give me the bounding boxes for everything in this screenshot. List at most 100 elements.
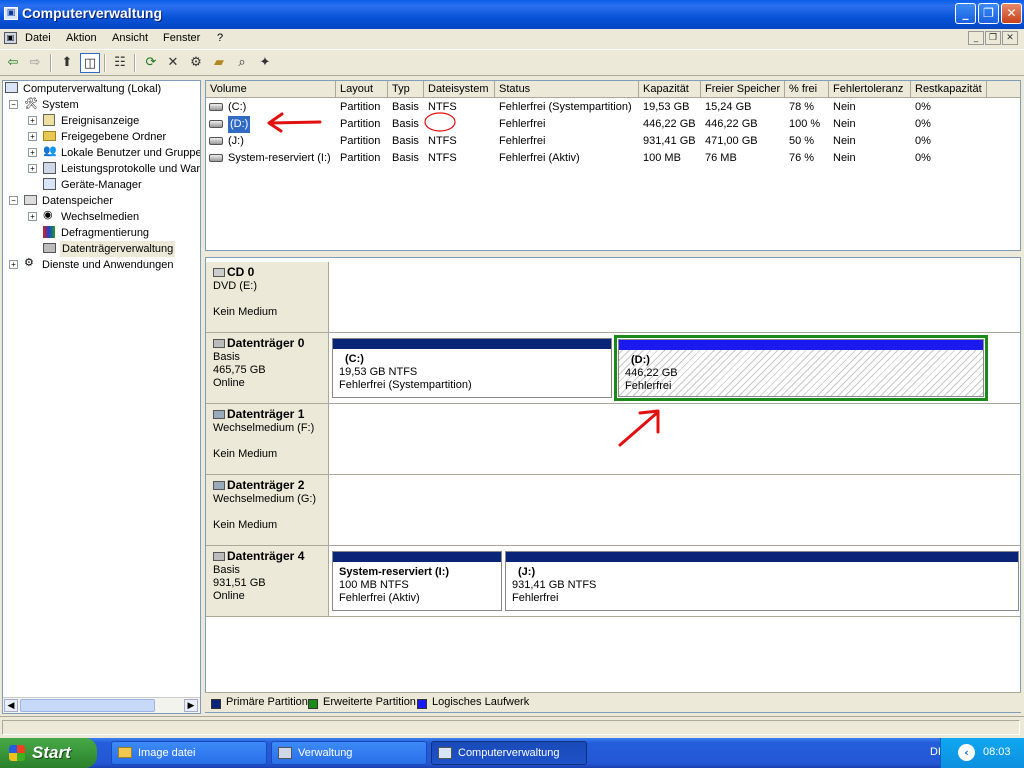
tree-horizontal-scrollbar[interactable]: ◀ ▶ [3, 697, 200, 713]
expand-icon[interactable]: + [28, 164, 37, 173]
status-bar [0, 716, 1024, 738]
column-header-prozent-frei[interactable]: % frei [785, 81, 829, 98]
legend-swatch-primary [211, 699, 221, 709]
taskbar: Start Image datei Verwaltung Computerver… [0, 738, 1024, 768]
scroll-thumb[interactable] [20, 699, 155, 712]
cell-fehlertoleranz: Nein [833, 135, 856, 147]
partition-d[interactable]: (D:) 446,22 GB Fehlerfrei [618, 339, 984, 397]
disk-label[interactable]: Datenträger 1 Wechselmedium (F:) Kein Me… [206, 404, 329, 474]
forward-icon[interactable]: ⇨ [25, 53, 45, 73]
cd-drive-icon [213, 268, 225, 277]
windows-logo-icon [9, 745, 25, 761]
child-restore-button[interactable]: ❐ [985, 31, 1001, 45]
services-icon: ⚙ [24, 257, 34, 269]
volume-row[interactable]: (J:) Partition Basis NTFS Fehlerfrei 931,41 G… [206, 133, 1020, 150]
expand-icon[interactable]: + [28, 148, 37, 157]
cell-volume: (D:) [228, 116, 251, 133]
disk-label[interactable]: Datenträger 0 Basis 465,75 GB Online [206, 333, 329, 403]
scroll-left-icon[interactable]: ◀ [4, 699, 18, 712]
cell-freier-speicher: 15,24 GB [705, 101, 752, 113]
clock[interactable]: 08:03 [983, 746, 1011, 758]
mmc-icon: ▣ [4, 32, 17, 44]
cell-typ: Basis [392, 101, 419, 113]
legend-label-primary: Primäre Partition [226, 696, 308, 708]
show-hidden-icons-button[interactable]: ‹ [958, 744, 975, 761]
removable-disk-icon [213, 410, 225, 419]
menu-ansicht[interactable]: Ansicht [112, 32, 148, 44]
minimize-button[interactable]: _ [955, 3, 976, 24]
volume-list[interactable]: Volume Layout Typ Dateisystem Status Kap… [205, 80, 1021, 251]
menu-aktion[interactable]: Aktion [66, 32, 97, 44]
disk-row-2[interactable]: Datenträger 2 Wechselmedium (G:) Kein Me… [206, 475, 1020, 546]
close-button[interactable]: ✕ [1001, 3, 1022, 24]
cell-status: Fehlerfrei [499, 118, 546, 130]
cell-restkapazitaet: 0% [915, 152, 931, 164]
volume-row[interactable]: System-reserviert (I:) Partition Basis NTFS… [206, 150, 1020, 167]
partition-j[interactable]: (J:) 931,41 GB NTFS Fehlerfrei [505, 551, 1019, 611]
show-tree-icon[interactable]: ◫ [80, 53, 100, 73]
menu-fenster[interactable]: Fenster [163, 32, 200, 44]
collapse-icon[interactable]: − [9, 196, 18, 205]
column-header-fehlertoleranz[interactable]: Fehlertoleranz [829, 81, 911, 98]
expand-icon[interactable]: + [9, 260, 18, 269]
legend-swatch-logical [417, 699, 427, 709]
up-folder-icon[interactable]: ⬆ [57, 53, 77, 73]
column-header-freier-speicher[interactable]: Freier Speicher [701, 81, 785, 98]
disk-row-cd0[interactable]: CD 0 DVD (E:) Kein Medium [206, 262, 1020, 333]
task-image-datei[interactable]: Image datei [111, 741, 267, 765]
column-header-dateisystem[interactable]: Dateisystem [424, 81, 495, 98]
toolbar-separator [104, 54, 106, 72]
disk-map[interactable]: CD 0 DVD (E:) Kein Medium Datenträger 0 … [205, 257, 1021, 713]
properties-icon[interactable]: ☷ [110, 53, 130, 73]
column-header-volume[interactable]: Volume [206, 81, 336, 98]
toolbar-separator [134, 54, 136, 72]
title-bar[interactable]: ▣ Computerverwaltung _ ❐ ✕ [0, 0, 1024, 29]
collapse-icon[interactable]: − [9, 100, 18, 109]
disk-label[interactable]: Datenträger 4 Basis 931,51 GB Online [206, 546, 329, 616]
menu-help[interactable]: ? [217, 32, 223, 44]
child-minimize-button[interactable]: _ [968, 31, 984, 45]
task-computerverwaltung[interactable]: Computerverwaltung [431, 741, 587, 765]
window-title: Computerverwaltung [22, 5, 163, 21]
start-button[interactable]: Start [0, 738, 97, 768]
column-header-layout[interactable]: Layout [336, 81, 388, 98]
cell-prozent-frei: 78 % [789, 101, 815, 113]
delete-icon[interactable]: ✕ [163, 53, 183, 73]
maximize-button[interactable]: ❐ [978, 3, 999, 24]
column-header-restkapazitaet[interactable]: Restkapazität [911, 81, 987, 98]
scroll-right-icon[interactable]: ▶ [184, 699, 198, 712]
back-icon[interactable]: ⇦ [3, 53, 23, 73]
search-icon[interactable]: ⌕ [232, 53, 252, 73]
cell-freier-speicher: 446,22 GB [705, 118, 758, 130]
cell-restkapazitaet: 0% [915, 101, 931, 113]
expand-icon[interactable]: + [28, 116, 37, 125]
column-header-status[interactable]: Status [495, 81, 639, 98]
disk-label[interactable]: CD 0 DVD (E:) Kein Medium [206, 262, 329, 332]
expand-icon[interactable]: + [28, 132, 37, 141]
column-header-typ[interactable]: Typ [388, 81, 424, 98]
open-folder-icon[interactable]: ▰ [209, 53, 229, 73]
disk-row-4[interactable]: Datenträger 4 Basis 931,51 GB Online Sys… [206, 546, 1020, 617]
task-verwaltung[interactable]: Verwaltung [271, 741, 427, 765]
computer-icon [5, 82, 18, 93]
partition-system-reserved[interactable]: System-reserviert (I:) 100 MB NTFS Fehle… [332, 551, 502, 611]
column-header-kapazitaet[interactable]: Kapazität [639, 81, 701, 98]
child-close-button[interactable]: ✕ [1002, 31, 1018, 45]
settings-icon[interactable]: ⚙ [186, 53, 206, 73]
volume-row[interactable]: (C:) Partition Basis NTFS Fehlerfrei (System… [206, 99, 1020, 116]
refresh-icon[interactable]: ⟳ [141, 53, 161, 73]
menu-datei[interactable]: Datei [25, 32, 51, 44]
cell-volume: (C:) [228, 101, 247, 113]
cell-prozent-frei: 100 % [789, 118, 821, 130]
disk-management-icon [43, 243, 56, 253]
expand-icon[interactable]: + [28, 212, 37, 221]
volume-row[interactable]: (D:) Partition Basis Fehlerfrei 446,22 GB 446… [206, 116, 1020, 133]
partition-c[interactable]: (C:) 19,53 GB NTFS Fehlerfrei (Systempar… [332, 338, 612, 398]
navigation-tree[interactable]: Computerverwaltung (Lokal) − 🛠 System + … [2, 80, 201, 714]
cell-layout: Partition [340, 135, 381, 147]
users-icon: 👥 [43, 145, 57, 157]
disk-row-1[interactable]: Datenträger 1 Wechselmedium (F:) Kein Me… [206, 404, 1020, 475]
disk-label[interactable]: Datenträger 2 Wechselmedium (G:) Kein Me… [206, 475, 329, 545]
wizard-icon[interactable]: ✦ [255, 53, 275, 73]
disk-row-0[interactable]: Datenträger 0 Basis 465,75 GB Online (C:… [206, 333, 1020, 404]
